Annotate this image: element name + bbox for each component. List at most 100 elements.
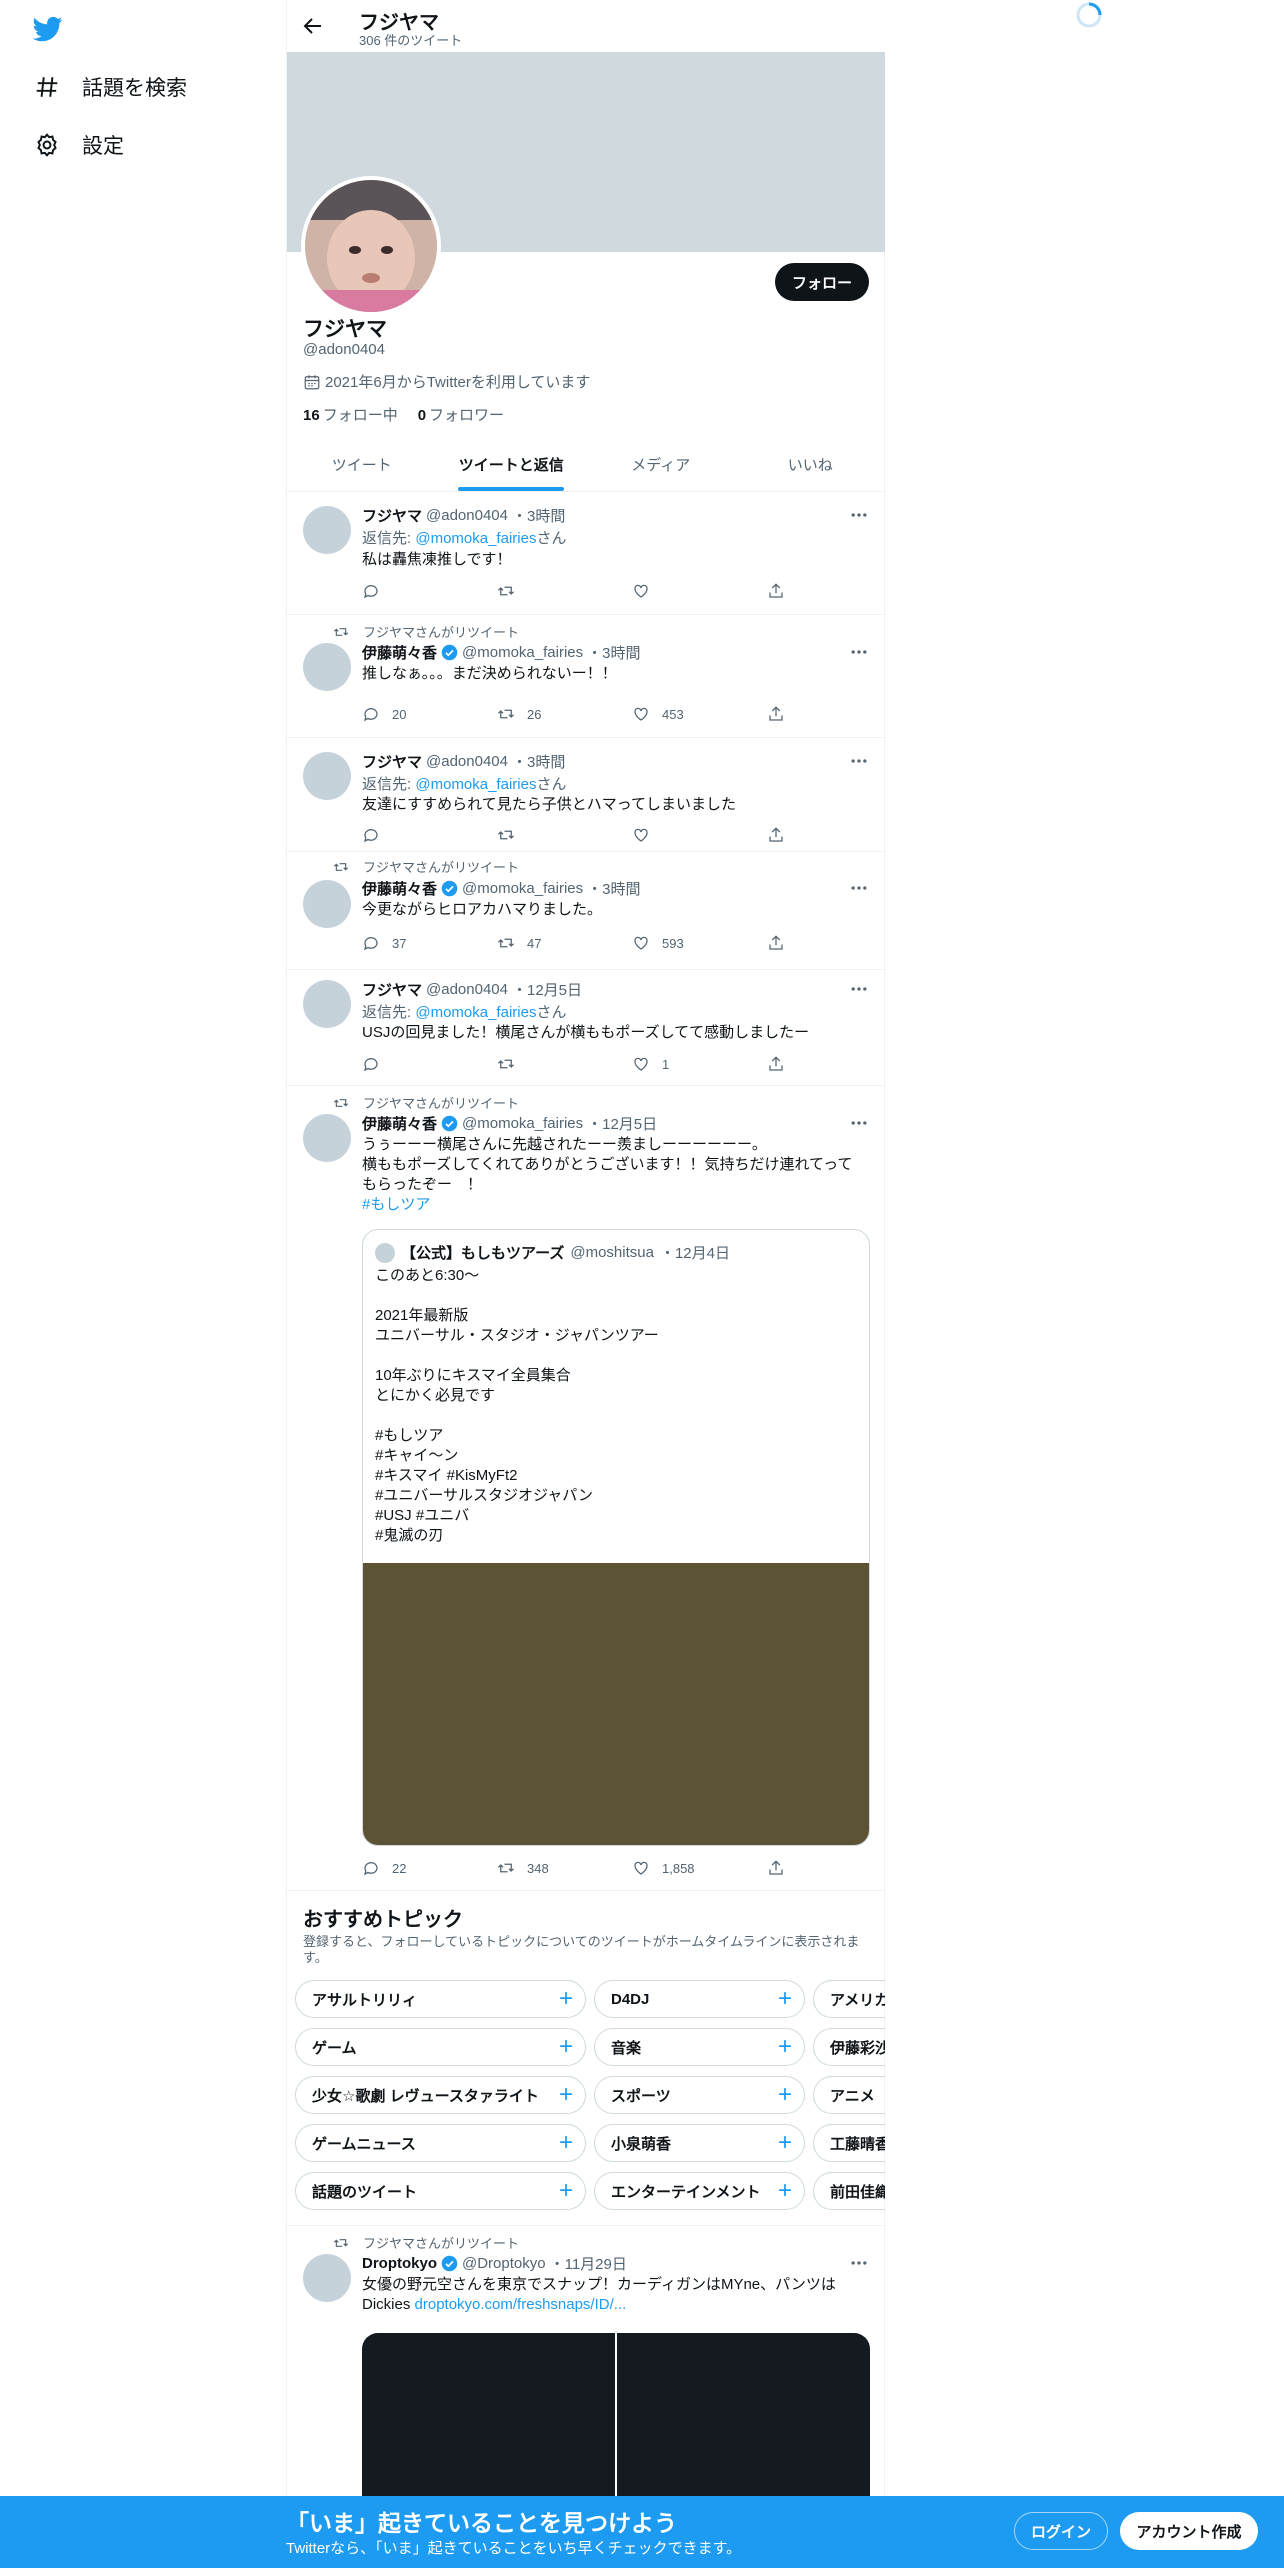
tweet-time[interactable]: ・11月29日 xyxy=(550,2253,627,2274)
share-button[interactable] xyxy=(767,1859,787,1877)
hashtag-link[interactable]: #もしツア xyxy=(362,1196,430,1213)
reply-to-link[interactable]: @momoka_fairies xyxy=(415,776,536,793)
topic-chip[interactable]: 工藤晴香 xyxy=(813,2124,885,2162)
avatar[interactable] xyxy=(303,980,351,1028)
tweet-author-handle[interactable]: @adon0404 xyxy=(426,507,508,524)
share-button[interactable] xyxy=(767,826,787,844)
topic-chip[interactable]: 音楽 + xyxy=(594,2028,805,2066)
more-icon[interactable] xyxy=(849,979,869,999)
quoted-tweet[interactable]: 【公式】もしもツアーズ @moshitsua ・12月4日 このあと6:30〜 … xyxy=(362,1229,870,1846)
topic-chip[interactable]: ゲームニュース + xyxy=(295,2124,586,2162)
nav-settings[interactable]: 設定 xyxy=(34,130,124,160)
back-arrow-icon[interactable] xyxy=(301,14,325,38)
retweet-button[interactable]: 47 xyxy=(497,934,593,952)
article-link[interactable]: droptokyo.com/freshsnaps/ID/... xyxy=(415,2296,627,2313)
profile-avatar[interactable] xyxy=(301,176,441,316)
topic-chip[interactable]: ゲーム + xyxy=(295,2028,586,2066)
topic-chip[interactable]: アニメ xyxy=(813,2076,885,2114)
twitter-logo-icon[interactable] xyxy=(30,14,66,44)
avatar[interactable] xyxy=(303,1114,351,1162)
tweet-author-handle[interactable]: @adon0404 xyxy=(426,981,508,998)
reply-button[interactable] xyxy=(362,826,458,844)
tweet-time[interactable]: ・12月5日 xyxy=(587,1113,657,1134)
retweet-button[interactable]: 26 xyxy=(497,705,593,723)
login-button[interactable]: ログイン xyxy=(1014,2512,1108,2550)
tweet-author-handle[interactable]: @momoka_fairies xyxy=(462,880,583,897)
like-button[interactable]: 593 xyxy=(632,934,728,952)
tweet-author-name[interactable]: 伊藤萌々香 xyxy=(362,878,437,899)
reply-button[interactable]: 37 xyxy=(362,934,458,952)
topic-chip[interactable]: D4DJ + xyxy=(594,1980,805,2018)
followers-link[interactable]: 0 フォロワー xyxy=(418,404,504,425)
topic-chip[interactable]: 前田佳織 xyxy=(813,2172,885,2210)
avatar[interactable] xyxy=(303,506,351,554)
topic-chip[interactable]: スポーツ + xyxy=(594,2076,805,2114)
tweet-author-handle[interactable]: @adon0404 xyxy=(426,753,508,770)
share-button[interactable] xyxy=(767,1055,787,1073)
tab-media[interactable]: メディア xyxy=(586,437,736,491)
topic-chip[interactable]: アサルトリリィ + xyxy=(295,1980,586,2018)
reply-to-link[interactable]: @momoka_fairies xyxy=(415,530,536,547)
following-link[interactable]: 16 フォロー中 xyxy=(303,404,398,425)
nav-explore[interactable]: 話題を検索 xyxy=(34,72,187,102)
like-button[interactable] xyxy=(632,826,728,844)
topic-chip[interactable]: エンターテインメント + xyxy=(594,2172,805,2210)
more-icon[interactable] xyxy=(849,2253,869,2273)
tweet-author-name[interactable]: フジヤマ xyxy=(362,751,422,772)
tweet-author-name[interactable]: 伊藤萌々香 xyxy=(362,1113,437,1134)
tweet-author-handle[interactable]: @momoka_fairies xyxy=(462,644,583,661)
topic-chip[interactable]: アメリカ xyxy=(813,1980,885,2018)
retweet-button[interactable] xyxy=(497,1055,593,1073)
more-icon[interactable] xyxy=(849,642,869,662)
retweet-button[interactable] xyxy=(497,582,593,600)
avatar[interactable] xyxy=(303,880,351,928)
avatar[interactable] xyxy=(303,2254,351,2302)
tweet[interactable]: フジヤマ @adon0404 ・3時間 返信先: @momoka_fairies… xyxy=(287,738,885,852)
more-icon[interactable] xyxy=(849,1113,869,1133)
more-icon[interactable] xyxy=(849,505,869,525)
topic-chip[interactable]: 小泉萌香 + xyxy=(594,2124,805,2162)
reply-to-link[interactable]: @momoka_fairies xyxy=(415,1004,536,1021)
tweet[interactable]: フジヤマさんがリツイート 伊藤萌々香 @momoka_fairies ・3時間 … xyxy=(287,852,885,970)
reply-button[interactable] xyxy=(362,582,458,600)
signup-button[interactable]: アカウント作成 xyxy=(1120,2512,1258,2550)
tweet-author-name[interactable]: フジヤマ xyxy=(362,979,422,1000)
topic-chip[interactable]: 話題のツイート + xyxy=(295,2172,586,2210)
reply-button[interactable]: 20 xyxy=(362,705,458,723)
tweet-time[interactable]: ・3時間 xyxy=(587,878,640,899)
tweet-time[interactable]: ・3時間 xyxy=(587,642,640,663)
tweet-author-handle[interactable]: @momoka_fairies xyxy=(462,1115,583,1132)
more-icon[interactable] xyxy=(849,878,869,898)
topic-chip[interactable]: 少女☆歌劇 レヴュースタァライト + xyxy=(295,2076,586,2114)
tweet-author-name[interactable]: フジヤマ xyxy=(362,505,422,526)
like-button[interactable]: 453 xyxy=(632,705,728,723)
topic-chip[interactable]: 伊藤彩沙 xyxy=(813,2028,885,2066)
more-icon[interactable] xyxy=(849,751,869,771)
reply-button[interactable] xyxy=(362,1055,458,1073)
tweet[interactable]: フジヤマ @adon0404 ・3時間 返信先: @momoka_fairies… xyxy=(287,492,885,615)
avatar[interactable] xyxy=(303,643,351,691)
tweet-time[interactable]: ・12月5日 xyxy=(512,979,582,1000)
tweet-time[interactable]: ・3時間 xyxy=(512,751,565,772)
like-button[interactable]: 1,858 xyxy=(632,1859,728,1877)
reply-button[interactable]: 22 xyxy=(362,1859,458,1877)
retweet-button[interactable]: 348 xyxy=(497,1859,593,1877)
tweet-author-handle[interactable]: @Droptokyo xyxy=(462,2255,546,2272)
like-button[interactable]: 1 xyxy=(632,1055,728,1073)
share-button[interactable] xyxy=(767,934,787,952)
tab-likes[interactable]: いいね xyxy=(736,437,886,491)
tweet[interactable]: フジヤマさんがリツイート 伊藤萌々香 @momoka_fairies ・3時間 … xyxy=(287,615,885,738)
tab-tweets[interactable]: ツイート xyxy=(287,437,437,491)
tab-tweets-and-replies[interactable]: ツイートと返信 xyxy=(437,437,587,491)
avatar[interactable] xyxy=(303,752,351,800)
follow-button[interactable]: フォロー xyxy=(775,263,869,301)
tweet-time[interactable]: ・3時間 xyxy=(512,505,565,526)
retweet-button[interactable] xyxy=(497,826,593,844)
like-button[interactable] xyxy=(632,582,728,600)
tweet[interactable]: フジヤマ @adon0404 ・12月5日 返信先: @momoka_fairi… xyxy=(287,970,885,1086)
share-button[interactable] xyxy=(767,705,787,723)
share-button[interactable] xyxy=(767,582,787,600)
tweet-author-name[interactable]: 伊藤萌々香 xyxy=(362,642,437,663)
quoted-media[interactable] xyxy=(363,1563,869,1845)
tweet-author-name[interactable]: Droptokyo xyxy=(362,2255,437,2272)
